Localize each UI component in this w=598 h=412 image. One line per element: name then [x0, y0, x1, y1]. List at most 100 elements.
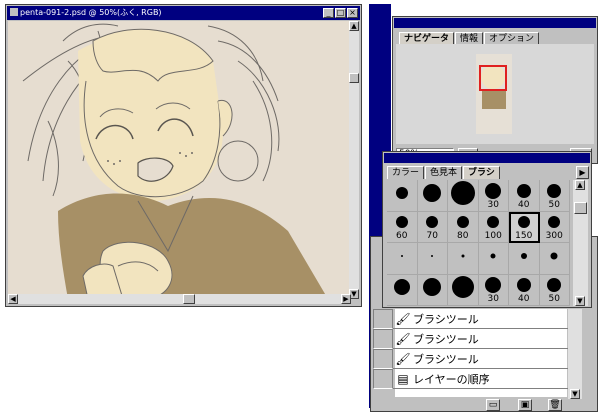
- brush-preset[interactable]: [448, 180, 479, 212]
- illustration-artwork: [8, 21, 351, 299]
- brush-size-label: 30: [487, 294, 499, 304]
- history-item[interactable]: 🖌 ブラシツール: [373, 308, 568, 329]
- brush-size-label: 60: [396, 231, 408, 241]
- brush-tip-icon: [490, 253, 496, 259]
- brush-preset[interactable]: 80: [448, 211, 479, 243]
- brush-preset[interactable]: [509, 243, 540, 275]
- brush-tip-icon: [547, 183, 562, 198]
- vertical-scrollbar[interactable]: ▲ ▼: [349, 21, 359, 299]
- history-item-label: ブラシツール: [413, 312, 479, 326]
- brush-preset[interactable]: 50: [539, 180, 570, 212]
- navigator-preview[interactable]: [396, 44, 594, 144]
- document-title: penta-091-2.psd @ 50%(ふく, RGB): [20, 8, 162, 17]
- brush-size-label: 300: [545, 231, 563, 241]
- brush-icon: 🖌: [395, 311, 411, 326]
- brushes-scroll-down-button[interactable]: ▼: [575, 296, 585, 306]
- brush-size-label: 50: [548, 294, 560, 304]
- brush-tip-icon: [395, 216, 408, 229]
- brush-preset[interactable]: [417, 180, 448, 212]
- brush-size-label: 150: [515, 231, 533, 241]
- brush-preset[interactable]: [478, 243, 509, 275]
- brush-tip-icon: [516, 183, 531, 198]
- brush-tip-icon: [487, 216, 500, 229]
- brush-tip-icon: [550, 252, 558, 260]
- history-checkbox[interactable]: [373, 368, 393, 389]
- brush-preset[interactable]: [417, 243, 448, 275]
- horizontal-scroll-thumb[interactable]: [183, 294, 195, 304]
- brush-preset[interactable]: [448, 243, 479, 275]
- scroll-up-button[interactable]: ▲: [349, 21, 359, 31]
- scroll-left-button[interactable]: ◀: [8, 294, 18, 304]
- brush-preset[interactable]: [539, 243, 570, 275]
- brush-preset[interactable]: 40: [509, 180, 540, 212]
- brush-size-label: 70: [426, 231, 438, 241]
- brush-preset[interactable]: 50: [539, 274, 570, 306]
- brush-tip-icon: [450, 180, 475, 205]
- brush-preset[interactable]: [448, 274, 479, 306]
- brush-tip-icon: [393, 279, 410, 296]
- brushes-scroll-thumb[interactable]: [574, 202, 587, 214]
- brush-icon: 🖌: [395, 331, 411, 346]
- brush-preset[interactable]: 100: [478, 211, 509, 243]
- brush-tip-icon: [485, 182, 502, 199]
- brush-preset[interactable]: 30: [478, 274, 509, 306]
- brush-preset[interactable]: [387, 274, 418, 306]
- scroll-right-button[interactable]: ▶: [341, 294, 351, 304]
- history-footer: ▭ ▣ 🗑: [373, 399, 593, 411]
- history-scroll-down-button[interactable]: ▼: [570, 389, 580, 399]
- tab-color[interactable]: カラー: [387, 166, 425, 179]
- brush-tip-icon: [456, 216, 469, 229]
- history-item[interactable]: 🖌 ブラシツール: [373, 348, 568, 369]
- layer-order-icon: ▤: [397, 371, 409, 386]
- tab-brushes[interactable]: ブラシ: [463, 166, 500, 179]
- history-item-label: ブラシツール: [413, 332, 479, 346]
- brush-preset[interactable]: 60: [387, 211, 418, 243]
- brush-preset[interactable]: 70: [417, 211, 448, 243]
- brush-tip-icon: [451, 276, 474, 299]
- brushes-scroll-up-button[interactable]: ▲: [575, 180, 585, 190]
- horizontal-scrollbar[interactable]: ◀ ▶: [8, 294, 351, 304]
- brush-preset[interactable]: 150: [509, 211, 540, 243]
- document-window: penta-091-2.psd @ 50%(ふく, RGB) _ □ × ▲ ▼…: [5, 4, 362, 307]
- brush-size-label: 40: [518, 294, 530, 304]
- brush-preset[interactable]: 40: [509, 274, 540, 306]
- document-titlebar[interactable]: penta-091-2.psd @ 50%(ふく, RGB) _ □ ×: [7, 6, 360, 20]
- navigator-panel: ナビゲータ 情報 オプション 50% ▲ ▲ ▲: [392, 16, 598, 164]
- history-item[interactable]: 🖌 ブラシツール: [373, 328, 568, 349]
- history-list: 🖌 ブラシツール 🖌 ブラシツール 🖌 ブラシツール ▤ レイヤーの順序: [373, 308, 568, 397]
- brush-tip-icon: [423, 278, 442, 297]
- brush-tip-icon: [485, 277, 502, 294]
- brushes-panel: カラー 色見本 ブラシ ▶ 30 40 50 60 70 80 100 150 300 30 40 5…: [382, 151, 592, 308]
- brush-preset[interactable]: [387, 243, 418, 275]
- panel-menu-arrow-icon[interactable]: ▶: [576, 166, 589, 179]
- tab-swatches[interactable]: 色見本: [425, 166, 463, 179]
- brush-preset[interactable]: [387, 180, 418, 212]
- panel-area-top: [369, 0, 598, 4]
- brush-tip-icon: [461, 254, 465, 258]
- brush-preset[interactable]: [417, 274, 448, 306]
- vertical-scroll-thumb[interactable]: [349, 73, 359, 83]
- brush-tip-icon: [520, 252, 527, 259]
- navigator-thumbnail: [476, 54, 512, 134]
- new-snapshot-icon[interactable]: ▣: [518, 399, 532, 411]
- new-document-icon[interactable]: ▭: [486, 399, 500, 411]
- brush-preset[interactable]: 300: [539, 211, 570, 243]
- brush-tip-icon: [400, 254, 403, 257]
- brush-size-label: 100: [484, 231, 502, 241]
- brush-tip-icon: [516, 278, 531, 293]
- history-checkbox[interactable]: [373, 328, 393, 349]
- minimize-button[interactable]: _: [323, 8, 334, 18]
- close-button[interactable]: ×: [347, 8, 358, 18]
- brush-tip-icon: [431, 254, 434, 257]
- image-canvas[interactable]: [8, 21, 351, 299]
- history-checkbox[interactable]: [373, 348, 393, 369]
- navigator-titlebar[interactable]: [394, 18, 596, 28]
- brushes-scrollbar[interactable]: ▲ ▼: [573, 180, 588, 306]
- maximize-button[interactable]: □: [335, 8, 346, 18]
- history-item[interactable]: ▤ レイヤーの順序: [373, 368, 568, 389]
- history-checkbox[interactable]: [373, 308, 393, 329]
- trash-icon[interactable]: 🗑: [548, 399, 562, 411]
- brushes-titlebar[interactable]: [384, 153, 590, 163]
- brush-preset[interactable]: 30: [478, 180, 509, 212]
- history-scrollbar[interactable]: ▼: [568, 309, 582, 399]
